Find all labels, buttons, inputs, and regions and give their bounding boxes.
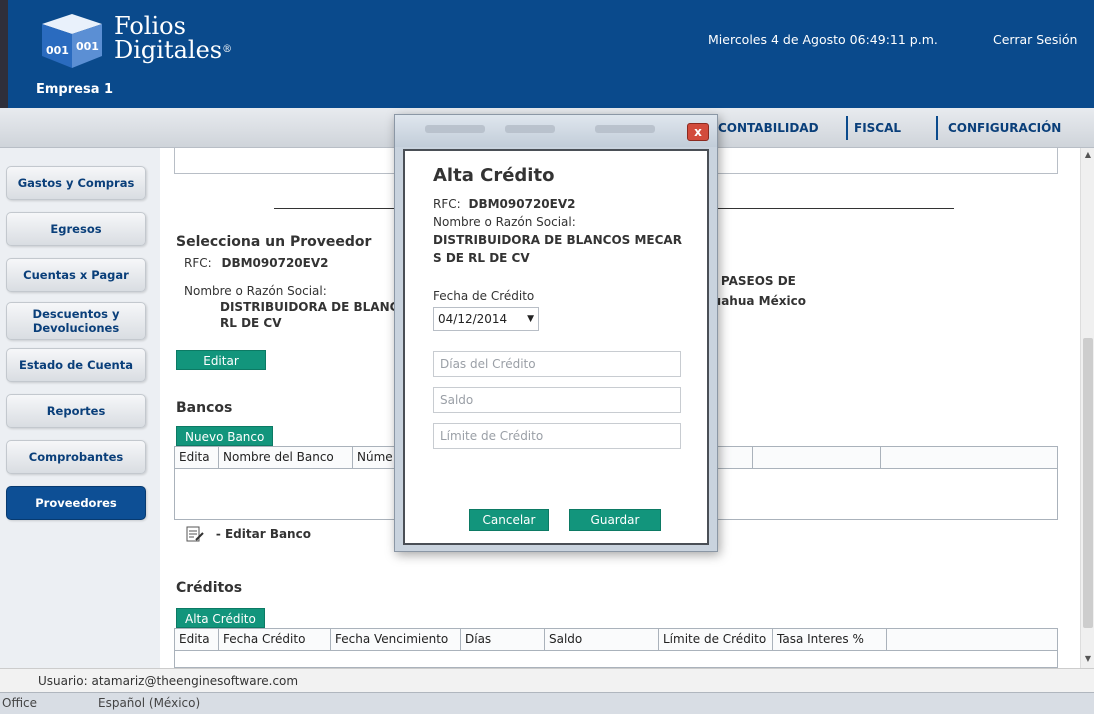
col-saldo: Saldo — [545, 629, 659, 650]
os-taskbar: Office Español (México) — [0, 692, 1094, 714]
user-email: Usuario: atamariz@theenginesoftware.com — [38, 674, 299, 688]
sidebar-item-estado-cuenta[interactable]: Estado de Cuenta — [6, 348, 146, 382]
blurred-tab — [425, 125, 485, 133]
edit-bank-note: - Editar Banco — [215, 526, 311, 541]
col-edita: Edita — [175, 447, 219, 468]
nav-configuracion[interactable]: CONFIGURACIÓN — [948, 121, 1061, 135]
vertical-scrollbar[interactable]: ▲ ▼ — [1080, 148, 1094, 668]
rfc-value: DBM090720EV2 — [221, 256, 329, 270]
sidebar-item-proveedores[interactable]: Proveedores — [6, 486, 146, 520]
credit-date-label: Fecha de Crédito — [433, 289, 535, 303]
save-button[interactable]: Guardar — [569, 509, 661, 531]
credit-dialog: Alta Crédito RFC: DBM090720EV2 Nombre o … — [403, 149, 709, 545]
credits-table-header: Edita Fecha Crédito Fecha Vencimiento Dí… — [175, 629, 1057, 651]
col-empty — [753, 447, 881, 468]
col-edita: Edita — [175, 629, 219, 650]
dialog-name-label: Nombre o Razón Social: — [433, 215, 576, 229]
sidebar: Gastos y Compras Egresos Cuentas x Pagar… — [0, 148, 160, 668]
credits-section-title: Créditos — [176, 580, 243, 596]
credit-days-input[interactable] — [433, 351, 681, 377]
provider-rfc-row: RFC: DBM090720EV2 — [184, 256, 328, 270]
col-nombre-banco: Nombre del Banco — [219, 447, 353, 468]
dialog-name-line1: DISTRIBUIDORA DE BLANCOS MECAR — [433, 233, 682, 247]
nav-separator — [936, 116, 938, 140]
blurred-tab — [505, 125, 555, 133]
brand-line1: Folios — [114, 12, 186, 40]
taskbar-language[interactable]: Español (México) — [98, 696, 200, 710]
dialog-rfc-value: DBM090720EV2 — [468, 197, 576, 211]
svg-text:001: 001 — [76, 40, 99, 53]
sidebar-item-descuentos[interactable]: Descuentos y Devoluciones — [6, 302, 146, 340]
status-bar: Usuario: atamariz@theenginesoftware.com — [0, 668, 1094, 692]
scroll-up-icon[interactable]: ▲ — [1083, 150, 1093, 160]
credit-date-picker[interactable]: 04/12/2014 ▼ — [433, 307, 539, 331]
chevron-down-icon[interactable]: ▼ — [527, 314, 534, 324]
col-fecha-vencimiento: Fecha Vencimiento — [331, 629, 461, 650]
brand-mark: ® — [222, 44, 233, 55]
scroll-thumb[interactable] — [1083, 338, 1093, 628]
dialog-title: Alta Crédito — [433, 165, 555, 186]
dialog-name-line2: S DE RL DE CV — [433, 251, 530, 265]
col-fecha-credito: Fecha Crédito — [219, 629, 331, 650]
sidebar-item-egresos[interactable]: Egresos — [6, 212, 146, 246]
folios-logo-icon: 001 001 — [42, 14, 102, 68]
brand-name: Folios Digitales® — [114, 14, 232, 62]
banks-section-title: Bancos — [176, 400, 233, 416]
col-dias: Días — [461, 629, 545, 650]
dialog-titlebar[interactable]: x — [395, 115, 717, 147]
nav-fiscal[interactable]: FISCAL — [854, 121, 901, 135]
edit-provider-button[interactable]: Editar — [176, 350, 266, 370]
credit-dialog-window: x Alta Crédito RFC: DBM090720EV2 Nombre … — [394, 114, 718, 552]
close-icon[interactable]: x — [687, 123, 709, 141]
credit-date-value: 04/12/2014 — [438, 312, 508, 326]
rfc-label: RFC: — [184, 256, 212, 270]
scroll-down-icon[interactable]: ▼ — [1083, 654, 1093, 664]
svg-text:001: 001 — [46, 44, 69, 57]
sidebar-item-cuentas-pagar[interactable]: Cuentas x Pagar — [6, 258, 146, 292]
col-empty — [887, 629, 1057, 650]
nav-separator — [846, 116, 848, 140]
sidebar-item-reportes[interactable]: Reportes — [6, 394, 146, 428]
current-datetime: Miercoles 4 de Agosto 06:49:11 p.m. — [708, 32, 938, 47]
new-bank-button[interactable]: Nuevo Banco — [176, 426, 274, 446]
credits-table: Edita Fecha Crédito Fecha Vencimiento Dí… — [174, 628, 1058, 668]
cancel-button[interactable]: Cancelar — [469, 509, 549, 531]
provider-name-line2: RL DE CV — [220, 316, 282, 330]
col-empty — [881, 447, 1057, 468]
col-tasa: Tasa Interes % — [773, 629, 887, 650]
provider-section-title: Selecciona un Proveedor — [176, 234, 372, 250]
credit-balance-input[interactable] — [433, 387, 681, 413]
edit-bank-legend: - Editar Banco — [186, 526, 311, 542]
col-limite: Límite de Crédito — [659, 629, 773, 650]
credit-limit-input[interactable] — [433, 423, 681, 449]
company-name: Empresa 1 — [36, 82, 114, 97]
app-header: 001 001 Folios Digitales® Empresa 1 Mier… — [0, 0, 1094, 108]
new-credit-button[interactable]: Alta Crédito — [176, 608, 265, 628]
provider-name-line1: DISTRIBUIDORA DE BLANC — [220, 300, 399, 314]
taskbar-office[interactable]: Office — [2, 696, 37, 710]
dialog-rfc-label: RFC: — [433, 197, 461, 211]
provider-name-label: Nombre o Razón Social: — [184, 284, 327, 298]
blurred-tab — [595, 125, 655, 133]
edit-note-icon — [186, 526, 204, 542]
dialog-rfc-row: RFC: DBM090720EV2 — [433, 197, 575, 211]
sidebar-item-comprobantes[interactable]: Comprobantes — [6, 440, 146, 474]
brand-line2: Digitales — [114, 36, 223, 64]
logout-link[interactable]: Cerrar Sesión — [993, 32, 1077, 47]
divider — [716, 208, 954, 209]
sidebar-item-gastos[interactable]: Gastos y Compras — [6, 166, 146, 200]
nav-contabilidad[interactable]: CONTABILIDAD — [718, 121, 819, 135]
